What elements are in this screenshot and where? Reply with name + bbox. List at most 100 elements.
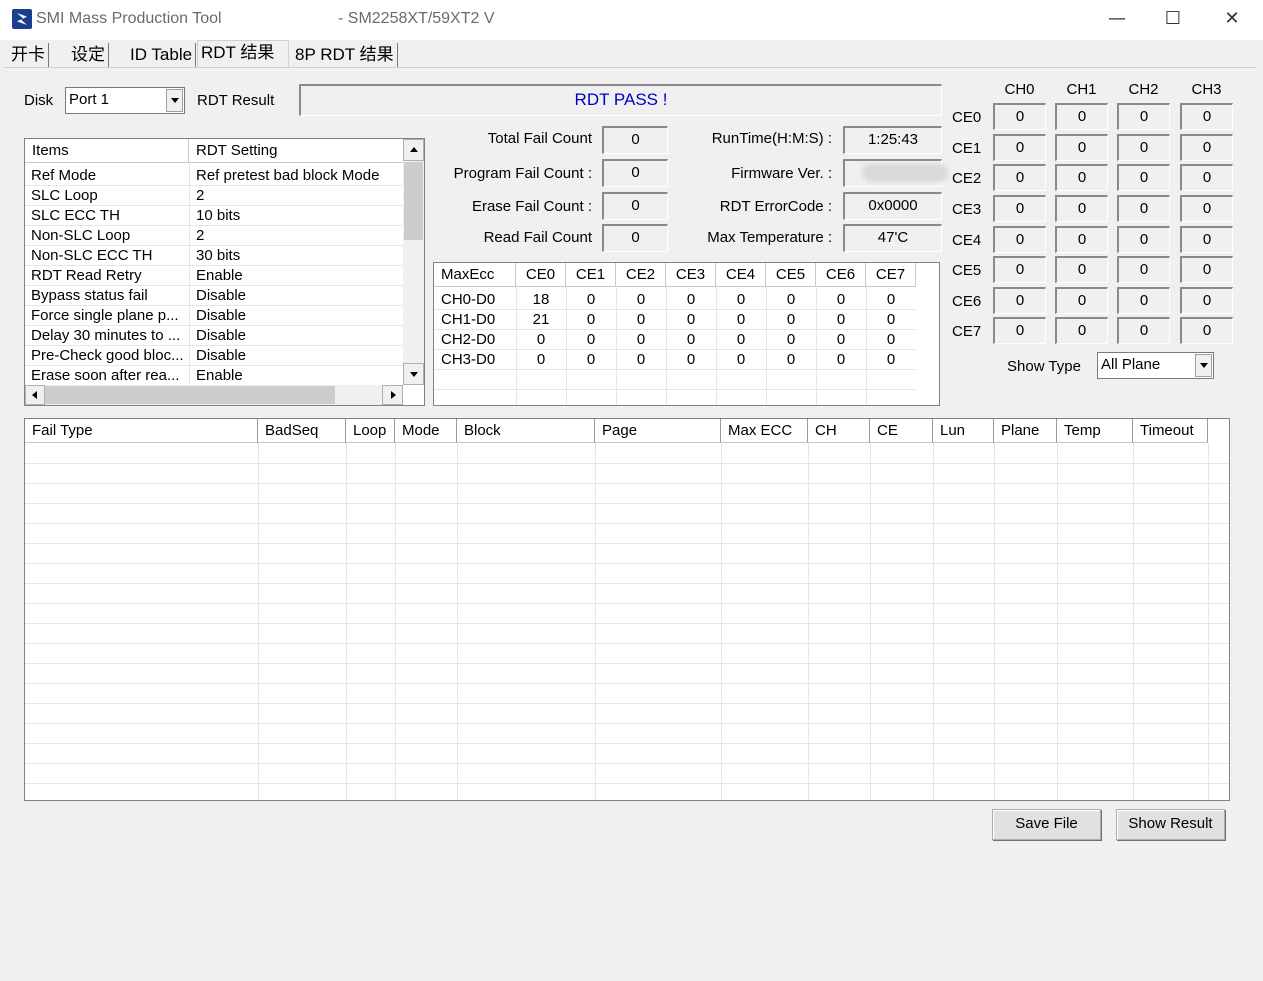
save-file-button[interactable]: Save File <box>992 809 1101 840</box>
scroll-right-button[interactable] <box>382 385 403 405</box>
tab-8p-rdt-result[interactable]: 8P RDT 结果 <box>292 43 398 67</box>
list-item[interactable]: RDT Read Retry Enable <box>25 266 403 286</box>
max-ecc-cell: 0 <box>586 291 596 308</box>
erase-fail-count-label: Erase Fail Count : <box>471 198 592 215</box>
firmware-label: Firmware Ver. : <box>731 165 832 182</box>
ce-row-label: CE0 <box>952 109 982 126</box>
row-divider <box>25 463 1229 464</box>
list-item[interactable]: SLC ECC TH 10 bits <box>25 206 403 226</box>
close-button[interactable]: ✕ <box>1203 0 1261 40</box>
horizontal-scroll-thumb[interactable] <box>45 386 335 404</box>
chevron-down-icon[interactable] <box>166 89 183 112</box>
max-ecc-cell: 0 <box>686 311 696 328</box>
fail-table-header[interactable]: CE <box>870 419 933 443</box>
column-divider <box>1208 443 1209 800</box>
list-item[interactable]: Force single plane p... Disable <box>25 306 403 326</box>
ce-column-header[interactable]: CE3 <box>666 263 716 287</box>
fail-table-header[interactable]: Max ECC <box>721 419 808 443</box>
list-item[interactable]: Pre-Check good bloc... Disable <box>25 346 403 366</box>
minimize-button[interactable]: — <box>1088 0 1146 40</box>
ce-column-header[interactable]: CE2 <box>616 263 666 287</box>
setting-item-name: Delay 30 minutes to ... <box>31 327 181 344</box>
settings-header-items[interactable]: Items <box>25 139 189 163</box>
column-divider <box>189 163 190 385</box>
setting-item-value: Disable <box>196 327 247 344</box>
max-ecc-cell: 0 <box>686 291 696 308</box>
max-ecc-cell: 0 <box>586 331 596 348</box>
program-fail-count-label: Program Fail Count : <box>453 165 592 182</box>
fail-table-header[interactable]: Plane <box>994 419 1057 443</box>
list-item[interactable]: Ref Mode Ref pretest bad block Mode <box>25 166 403 186</box>
max-ecc-row-label: CH0-D0 <box>441 291 496 308</box>
ce-value-cell: 0 <box>1180 287 1233 314</box>
tab-settings[interactable]: 设定 <box>68 43 109 67</box>
disk-select-value: Port 1 <box>69 91 110 108</box>
fail-table-header[interactable]: CH <box>808 419 870 443</box>
disk-select[interactable]: Port 1 <box>65 87 185 114</box>
fail-table-header[interactable]: Mode <box>395 419 457 443</box>
fail-table-header[interactable]: Fail Type <box>25 419 258 443</box>
ce-value-cell: 0 <box>1117 164 1170 191</box>
settings-header-rdt-setting[interactable]: RDT Setting <box>189 139 404 163</box>
max-ecc-cell: 0 <box>686 331 696 348</box>
fail-table-header[interactable]: Temp <box>1057 419 1133 443</box>
setting-item-value: Disable <box>196 287 247 304</box>
list-item[interactable]: Bypass status fail Disable <box>25 286 403 306</box>
ce-column-header[interactable]: CE1 <box>566 263 616 287</box>
max-ecc-list[interactable]: MaxEcc CE0 CE1 CE2 CE3 CE4 CE5 CE6 CE7 CH0-D0 18 0 0… <box>433 262 940 406</box>
max-ecc-header[interactable]: MaxEcc <box>434 263 516 287</box>
scroll-down-button[interactable] <box>403 363 424 385</box>
error-code-label: RDT ErrorCode : <box>719 198 832 215</box>
ce-value-cell: 0 <box>993 317 1046 344</box>
vertical-scroll-thumb[interactable] <box>404 162 423 240</box>
tab-open-card[interactable]: 开卡 <box>8 43 49 67</box>
max-ecc-cell: 0 <box>736 291 746 308</box>
setting-item-value: 2 <box>196 187 205 204</box>
fail-table-header[interactable]: Timeout <box>1133 419 1208 443</box>
column-divider <box>870 443 871 800</box>
fail-result-table[interactable]: Fail Type BadSeq Loop Mode Block Page Max ECC C… <box>24 418 1230 801</box>
total-fail-count-label: Total Fail Count <box>487 130 592 147</box>
ce-column-header[interactable]: CE6 <box>816 263 866 287</box>
show-type-value: All Plane <box>1101 356 1161 373</box>
column-divider <box>808 443 809 800</box>
app-logo-icon <box>12 9 32 29</box>
ce-row-label: CE3 <box>952 201 982 218</box>
rdt-result-value: RDT PASS ! <box>299 84 942 116</box>
fail-table-header[interactable]: Block <box>457 419 595 443</box>
fail-table-header[interactable]: Lun <box>933 419 994 443</box>
tab-rdt-result[interactable]: RDT 结果 <box>197 40 289 68</box>
show-type-select[interactable]: All Plane <box>1097 352 1214 379</box>
scroll-up-button[interactable] <box>403 139 424 161</box>
scroll-left-button[interactable] <box>25 385 45 405</box>
rdt-settings-list[interactable]: Items RDT Setting Ref Mode Ref pretest ba… <box>24 138 425 406</box>
fail-table-header[interactable]: BadSeq <box>258 419 346 443</box>
ce-value-cell: 0 <box>1180 226 1233 253</box>
column-divider <box>595 443 596 800</box>
ce-column-header[interactable]: CE5 <box>766 263 816 287</box>
row-divider <box>25 743 1229 744</box>
list-item[interactable]: SLC Loop 2 <box>25 186 403 206</box>
ce-column-header[interactable]: CE7 <box>866 263 916 287</box>
ce-value-cell: 0 <box>1055 195 1108 222</box>
window-version-title: - SM2258XT/59XT2 V <box>338 10 495 27</box>
setting-item-name: Non-SLC Loop <box>31 227 131 244</box>
maximize-button[interactable]: ☐ <box>1144 0 1202 40</box>
setting-item-value: Enable <box>196 267 243 284</box>
fail-table-header[interactable]: Loop <box>346 419 395 443</box>
ce-column-header[interactable]: CE0 <box>516 263 566 287</box>
list-item[interactable]: Delay 30 minutes to ... Disable <box>25 326 403 346</box>
ce-value-cell: 0 <box>1117 226 1170 253</box>
setting-item-name: SLC Loop <box>31 187 98 204</box>
fail-table-header[interactable]: Page <box>595 419 721 443</box>
ce-column-header[interactable]: CE4 <box>716 263 766 287</box>
chevron-down-icon[interactable] <box>1195 354 1212 377</box>
column-divider <box>346 443 347 800</box>
tab-id-table[interactable]: ID Table <box>127 43 197 67</box>
list-item[interactable]: Non-SLC ECC TH 30 bits <box>25 246 403 266</box>
column-divider <box>994 443 995 800</box>
show-result-button[interactable]: Show Result <box>1116 809 1225 840</box>
list-item[interactable]: Non-SLC Loop 2 <box>25 226 403 246</box>
list-item[interactable]: Erase soon after rea... Enable <box>25 366 403 386</box>
arrow-down-icon <box>410 372 418 377</box>
